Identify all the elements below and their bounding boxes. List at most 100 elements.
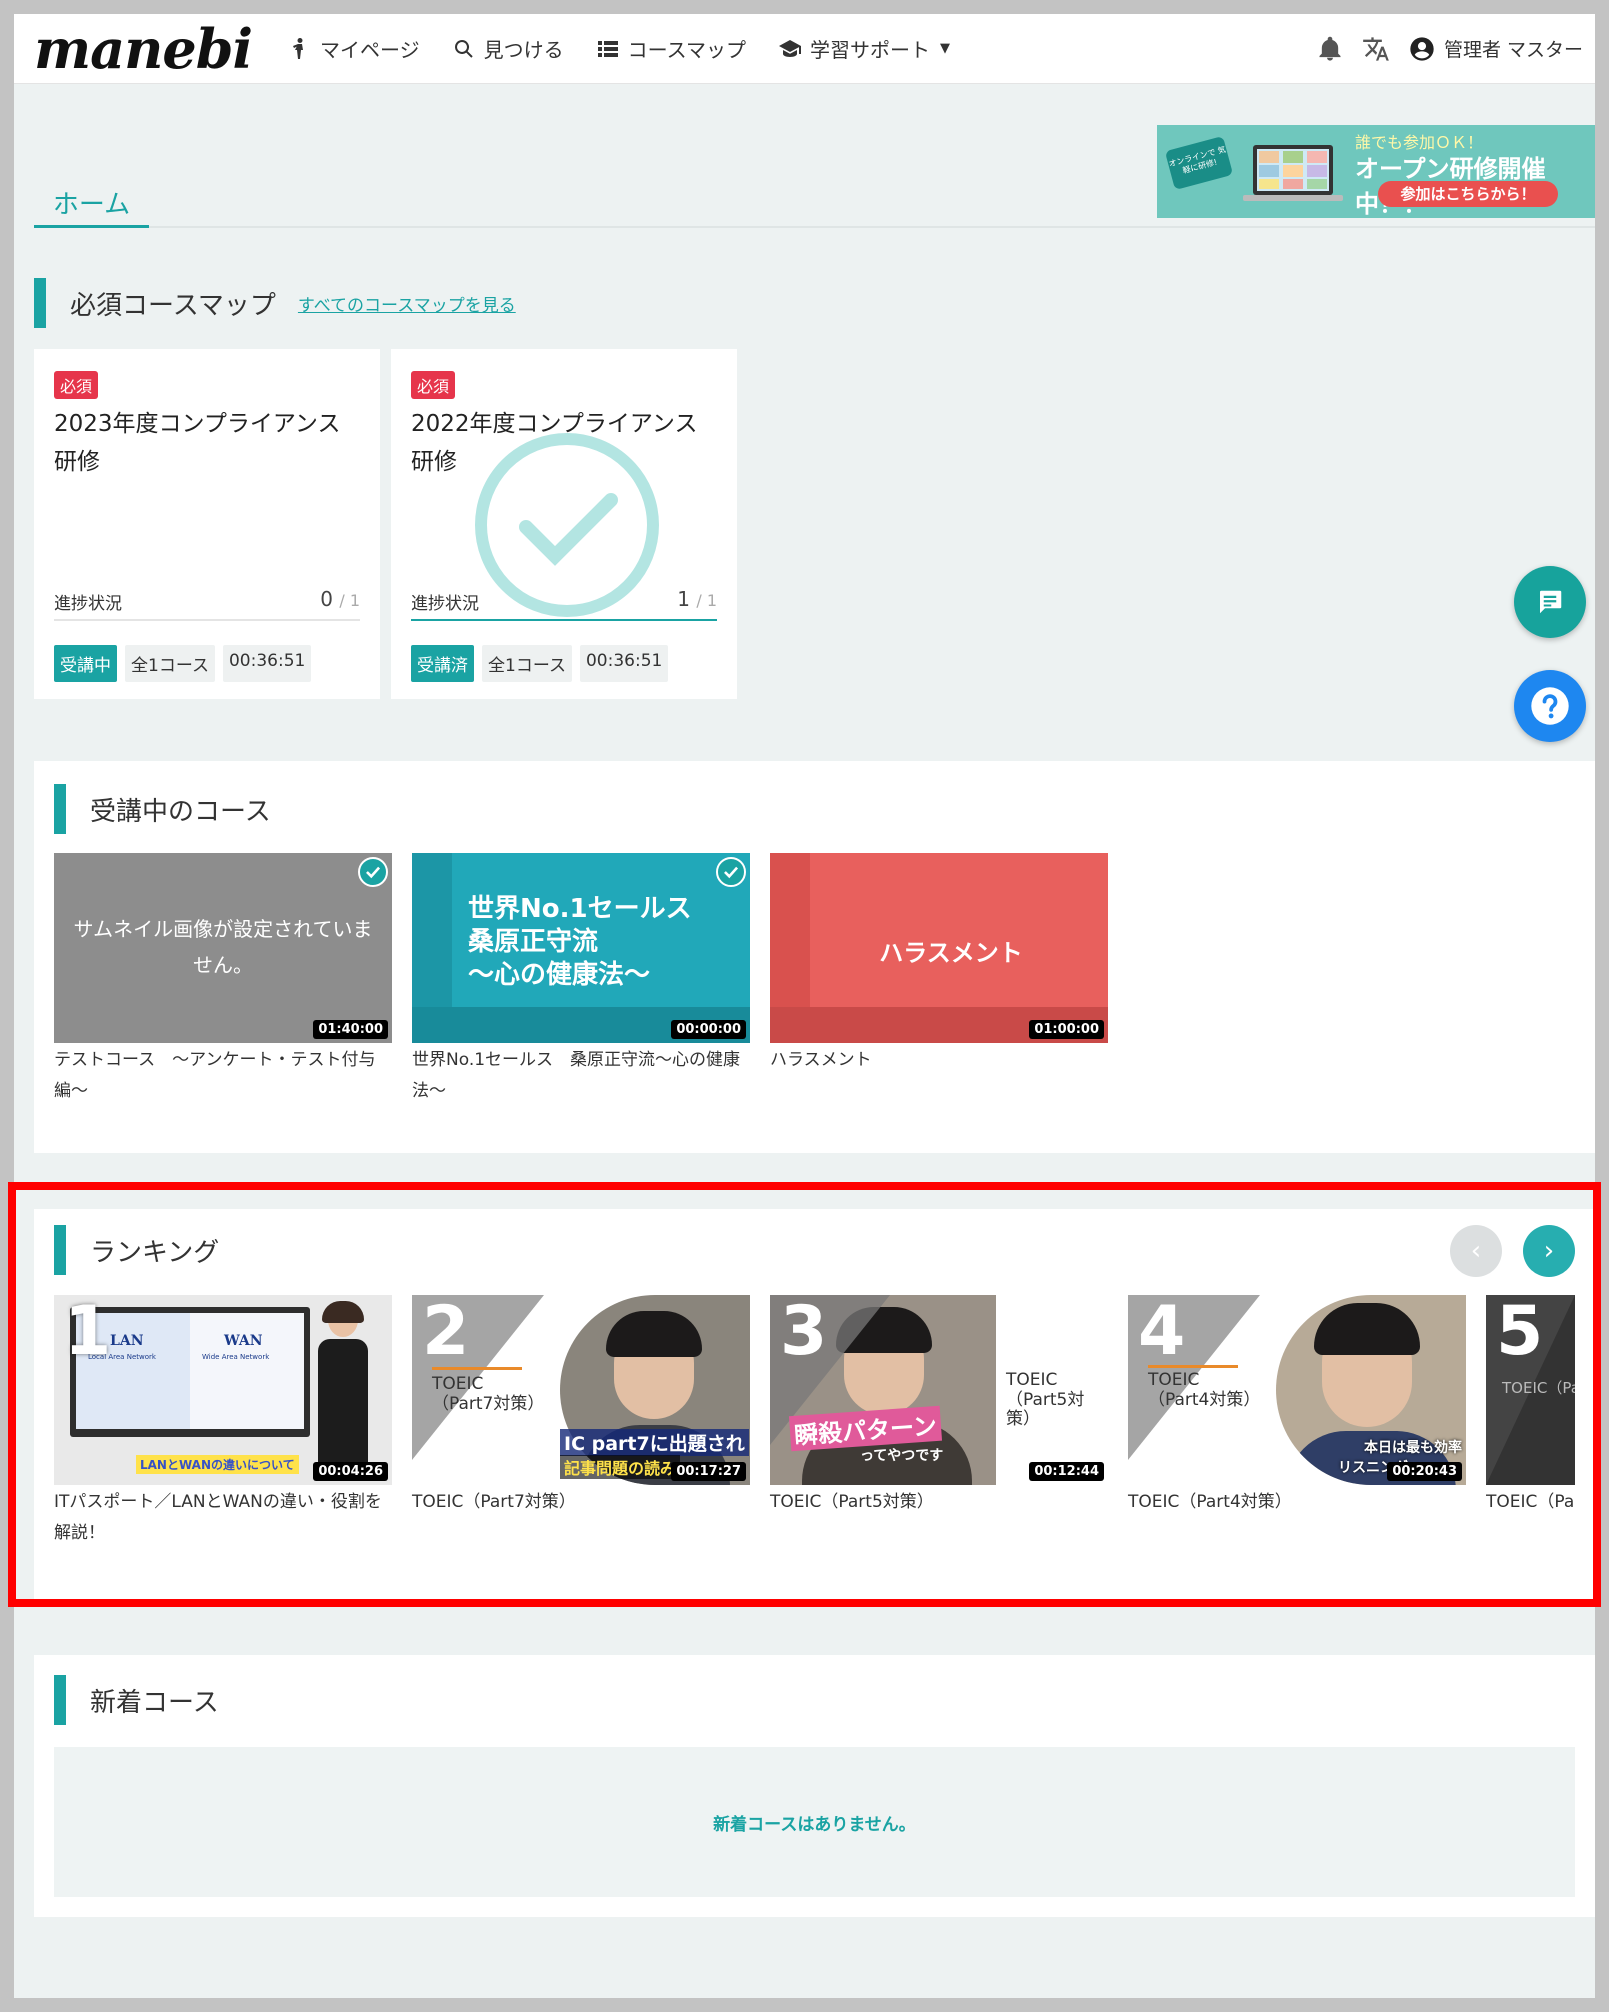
course-title: テストコース ～アンケート・テスト付与編～ bbox=[54, 1050, 376, 1101]
rank-subject-line: （Part7対策） bbox=[432, 1393, 545, 1414]
person-walking-icon bbox=[293, 37, 304, 59]
thumbnail-placeholder-text: サムネイル画像が設定されていません。 bbox=[73, 917, 373, 977]
course-thumbnail: 3 瞬殺パターン ってやつです TOEIC （Part5対策） 00:12:44 bbox=[770, 1295, 1108, 1485]
course-title: 世界No.1セールス 桑原正守流～心の健康法～ bbox=[412, 1050, 741, 1101]
user-avatar-icon[interactable] bbox=[1408, 35, 1436, 63]
course-title: ITパスポート／LANとWANの違い・役割を解説！ bbox=[54, 1492, 382, 1543]
wan-sublabel: Wide Area Network bbox=[202, 1353, 270, 1361]
course-card[interactable]: 世界No.1セールス 桑原正守流 ～心の健康法～ 00:00:00 世界No.1… bbox=[412, 853, 750, 1107]
section-accent-bar bbox=[54, 784, 66, 834]
total-time: 00:36:51 bbox=[579, 645, 669, 682]
rank-subject: TOEIC （Part4対策） bbox=[1148, 1370, 1261, 1410]
lan-label: LAN bbox=[110, 1333, 144, 1349]
course-thumbnail: 4 TOEIC （Part4対策） 本日は最も効率 リスニング 00:20:43 bbox=[1128, 1295, 1466, 1485]
main-nav: マイページ 見つける コースマップ 学習サポート ▼ bbox=[288, 34, 982, 63]
course-thumbnail: 世界No.1セールス 桑原正守流 ～心の健康法～ 00:00:00 bbox=[412, 853, 750, 1043]
thumb-line: 世界No.1セールス bbox=[468, 894, 692, 924]
duration-badge: 00:17:27 bbox=[671, 1462, 746, 1481]
rank-number: 4 bbox=[1138, 1295, 1186, 1371]
coursemap-title: 2023年度コンプライアンス研修 bbox=[54, 411, 341, 475]
coursemap-card[interactable]: 必須 2022年度コンプライアンス研修 進捗状況 1 / 1 受講済 全1コース… bbox=[391, 349, 737, 699]
thumb-line: ～心の健康法～ bbox=[468, 960, 651, 990]
tabs-divider bbox=[34, 226, 1595, 228]
completed-check-icon bbox=[475, 433, 659, 617]
ranking-title: ランキング bbox=[90, 1237, 220, 1268]
course-thumbnail: 2 TOEIC （Part7対策） IC part7に出題され 記事問題の読み 0… bbox=[412, 1295, 750, 1485]
required-badge: 必須 bbox=[54, 371, 99, 399]
rank-subject-line: TOEIC bbox=[1148, 1370, 1200, 1390]
course-card[interactable]: ハラスメント 01:00:00 ハラスメント bbox=[770, 853, 1108, 1076]
ranking-prev-button[interactable]: ‹ bbox=[1450, 1225, 1502, 1277]
ranking-item[interactable]: 4 TOEIC （Part4対策） 本日は最も効率 リスニング 00:20:43 … bbox=[1128, 1295, 1466, 1518]
progress-total: / 1 bbox=[696, 591, 717, 610]
bell-icon[interactable] bbox=[1316, 35, 1344, 63]
progress-done: 1 bbox=[677, 587, 690, 611]
nav-mypage[interactable]: マイページ bbox=[288, 34, 420, 63]
duration-badge: 00:20:43 bbox=[1387, 1462, 1462, 1481]
ranking-item[interactable]: 5 TOEIC（Pa TOEIC（Pa bbox=[1486, 1295, 1575, 1518]
rank-subject-line: （Part4対策） bbox=[1148, 1389, 1261, 1410]
new-courses-empty: 新着コースはありません。 bbox=[54, 1747, 1575, 1897]
graduation-cap-icon bbox=[779, 39, 802, 57]
ranking-item[interactable]: 3 瞬殺パターン ってやつです TOEIC （Part5対策） 00:12:44 … bbox=[770, 1295, 1108, 1518]
nav-find[interactable]: 見つける bbox=[452, 34, 564, 63]
chevron-down-icon: ▼ bbox=[940, 41, 951, 56]
rank-subject-line: TOEIC bbox=[432, 1374, 484, 1394]
tab-home[interactable]: ホーム bbox=[34, 184, 149, 228]
course-count: 全1コース bbox=[125, 645, 215, 682]
nav-mypage-label: マイページ bbox=[320, 38, 420, 62]
coursemap-card[interactable]: 必須 2023年度コンプライアンス研修 進捗状況 0 / 1 受講中 全1コース… bbox=[34, 349, 380, 699]
app-window: manebi マイページ 見つける コースマップ 学習サポート ▼ 管理者 マス… bbox=[14, 14, 1595, 1998]
course-title: TOEIC（Part5対策） bbox=[770, 1492, 934, 1512]
course-thumbnail: ハラスメント 01:00:00 bbox=[770, 853, 1108, 1043]
rank-subject: TOEIC （Part5対策） bbox=[1006, 1370, 1108, 1430]
manebi-logo[interactable]: manebi bbox=[34, 22, 253, 76]
laptop-video-call-icon bbox=[1243, 145, 1343, 201]
open-training-banner[interactable]: オンラインで 気軽に研修! 誰でも参加ＯＫ！ オープン研修開催中！！ 参加はこち… bbox=[1157, 125, 1595, 218]
banner-badge: オンラインで 気軽に研修! bbox=[1164, 135, 1234, 191]
wan-label: WAN bbox=[224, 1333, 263, 1349]
course-thumbnail: サムネイル画像が設定されていません。 01:40:00 bbox=[54, 853, 392, 1043]
completed-check-icon bbox=[716, 857, 746, 887]
rank-accent-line bbox=[1148, 1365, 1238, 1368]
search-icon bbox=[454, 39, 473, 58]
user-name[interactable]: 管理者 マスター bbox=[1444, 35, 1583, 62]
chat-button[interactable] bbox=[1514, 566, 1586, 638]
course-card[interactable]: サムネイル画像が設定されていません。 01:40:00 テストコース ～アンケー… bbox=[54, 853, 392, 1107]
course-thumbnail: 5 TOEIC（Pa bbox=[1486, 1295, 1575, 1485]
completed-check-icon bbox=[358, 857, 388, 887]
thumbnail-title: ハラスメント bbox=[879, 939, 1023, 967]
question-icon bbox=[1531, 687, 1569, 725]
total-time: 00:36:51 bbox=[222, 645, 312, 682]
thumbnail-title: 世界No.1セールス 桑原正守流 ～心の健康法～ bbox=[468, 893, 692, 992]
rank-accent-line bbox=[432, 1367, 522, 1370]
nav-find-label: 見つける bbox=[483, 38, 564, 62]
translate-icon[interactable] bbox=[1362, 35, 1390, 63]
course-title: TOEIC（Part7対策） bbox=[412, 1492, 576, 1512]
ranking-next-button[interactable]: › bbox=[1523, 1225, 1575, 1277]
duration-badge: 00:12:44 bbox=[1029, 1462, 1104, 1481]
all-coursemaps-link[interactable]: すべてのコースマップを見る bbox=[298, 291, 516, 316]
section-accent-bar bbox=[54, 1225, 66, 1275]
in-progress-header: 受講中のコース bbox=[54, 784, 271, 834]
card-chips: 受講済 全1コース 00:36:51 bbox=[411, 645, 676, 682]
rank-number: 3 bbox=[780, 1295, 828, 1371]
duration-badge: 01:40:00 bbox=[313, 1020, 388, 1039]
rank-subject: TOEIC（Pa bbox=[1502, 1379, 1575, 1397]
ranking-item[interactable]: LAN Local Area Network WAN Wide Area Net… bbox=[54, 1295, 392, 1549]
required-badge: 必須 bbox=[411, 371, 456, 399]
progress-bar bbox=[54, 619, 360, 621]
nav-learning-support[interactable]: 学習サポート ▼ bbox=[778, 34, 950, 63]
help-button[interactable] bbox=[1514, 670, 1586, 742]
presenter-figure bbox=[316, 1301, 370, 1479]
ranking-item[interactable]: 2 TOEIC （Part7対策） IC part7に出題され 記事問題の読み 0… bbox=[412, 1295, 750, 1518]
status-badge: 受講中 bbox=[54, 645, 117, 682]
nav-coursemap[interactable]: コースマップ bbox=[596, 34, 746, 63]
progress-total: / 1 bbox=[339, 591, 360, 610]
nav-coursemap-label: コースマップ bbox=[627, 38, 747, 62]
header-right: 管理者 マスター bbox=[1298, 35, 1583, 63]
top-header: manebi マイページ 見つける コースマップ 学習サポート ▼ 管理者 マス… bbox=[14, 14, 1595, 84]
progress-value: 1 / 1 bbox=[677, 587, 717, 611]
new-courses-title: 新着コース bbox=[90, 1687, 219, 1718]
banner-join-button[interactable]: 参加はこちらから！ bbox=[1378, 181, 1558, 207]
